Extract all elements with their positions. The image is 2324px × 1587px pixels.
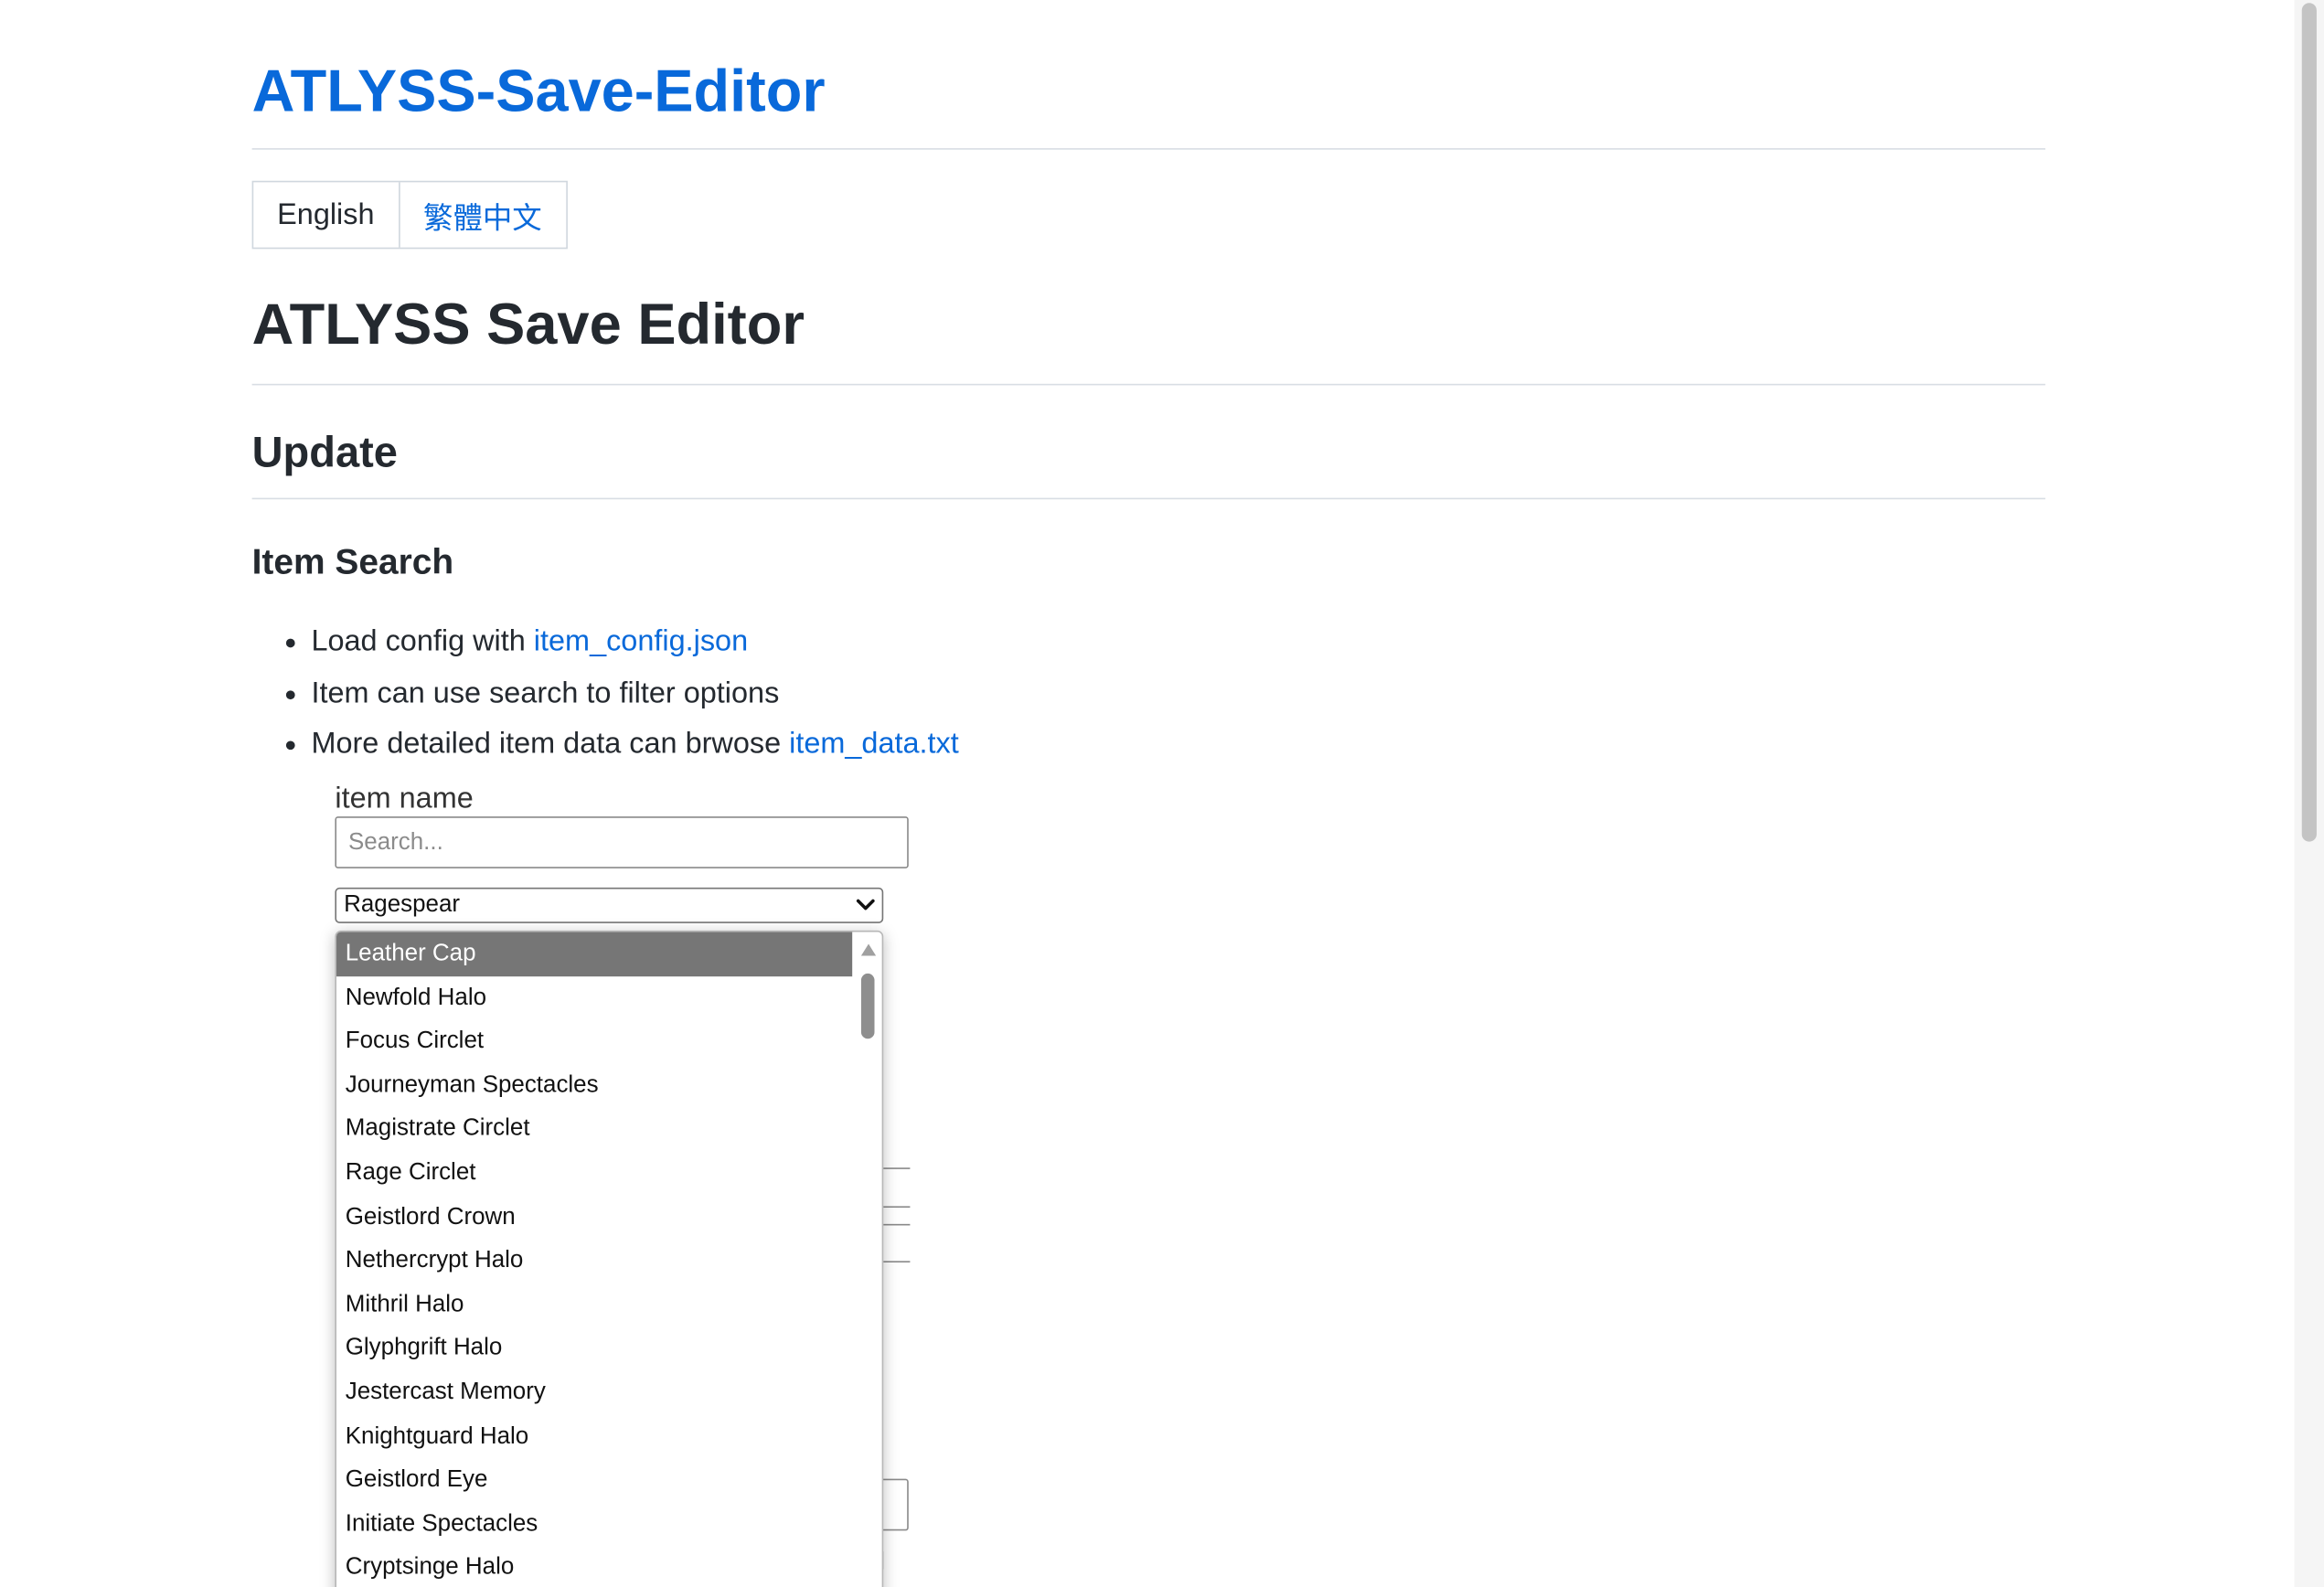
dropdown-option[interactable]: Initiate Spectacles bbox=[336, 1502, 852, 1546]
dropdown-option[interactable]: Newfold Halo bbox=[336, 976, 852, 1020]
dropdown-option[interactable]: Knightguard Halo bbox=[336, 1414, 852, 1458]
dropdown-option[interactable]: Nethercrypt Halo bbox=[336, 1239, 852, 1283]
dropdown-option[interactable]: Mithril Halo bbox=[336, 1283, 852, 1326]
chevron-down-icon bbox=[856, 899, 875, 911]
update-heading: Update bbox=[251, 430, 398, 477]
dropdown-option[interactable]: Journeyman Spectacles bbox=[336, 1063, 852, 1107]
update-bullet-list: Load config with item_config.json Item c… bbox=[252, 620, 959, 773]
language-english: English bbox=[253, 182, 400, 248]
dropdown-option[interactable]: Glyphgrift Halo bbox=[336, 1326, 852, 1370]
item-name-label: item name bbox=[335, 782, 474, 815]
page-title-divider bbox=[251, 383, 2046, 386]
list-item: Item can use search to filter options bbox=[252, 670, 959, 721]
language-traditional-chinese-link[interactable]: 繁體中文 bbox=[400, 182, 566, 247]
page-scrollbar[interactable] bbox=[2294, 0, 2324, 1587]
dropdown-option[interactable]: Jestercast Memory bbox=[336, 1370, 852, 1414]
page-title: ATLYSS Save Editor bbox=[251, 293, 805, 357]
update-divider bbox=[251, 497, 2046, 500]
item-data-link[interactable]: item_data.txt bbox=[789, 728, 959, 761]
item-search-demo-image: item name Ragespear Leather CapNewfold H… bbox=[252, 771, 934, 1587]
dropdown-option[interactable]: Geistlord Crown bbox=[336, 1195, 852, 1239]
item-search-input[interactable] bbox=[335, 816, 909, 868]
background-form-line bbox=[883, 1167, 911, 1169]
dropdown-option[interactable]: Cryptsinge Halo bbox=[336, 1546, 852, 1587]
dropdown-scrollbar[interactable] bbox=[855, 932, 882, 1587]
dropdown-option[interactable]: Focus Circlet bbox=[336, 1019, 852, 1063]
background-form-line bbox=[883, 1223, 911, 1226]
item-options-list: Leather Cap Newfold Halo Focus Circlet Jour… bbox=[336, 932, 882, 1587]
item-options-dropdown[interactable]: Leather Cap Newfold Halo Focus Circlet Jour… bbox=[335, 930, 884, 1587]
bullet-text: Load config with bbox=[311, 625, 534, 658]
bullet-text: Item can use search to filter options bbox=[311, 676, 780, 709]
scroll-up-arrow-icon[interactable] bbox=[860, 943, 877, 956]
dropdown-option[interactable]: Rage Circlet bbox=[336, 1151, 852, 1195]
item-select-value: Ragespear bbox=[344, 891, 461, 918]
bullet-text: More detailed item data can brwose bbox=[311, 727, 790, 761]
dropdown-option[interactable]: Magistrate Circlet bbox=[336, 1107, 852, 1151]
page-scrollbar-thumb[interactable] bbox=[2301, 3, 2317, 842]
item-select[interactable]: Ragespear bbox=[335, 887, 884, 923]
background-form-line bbox=[883, 1206, 911, 1209]
dropdown-scrollbar-thumb[interactable] bbox=[860, 973, 875, 1039]
title-divider bbox=[251, 148, 2046, 150]
item-search-heading: Item Search bbox=[251, 542, 454, 583]
language-switcher: English 繁體中文 bbox=[251, 180, 568, 250]
item-config-link[interactable]: item_config.json bbox=[534, 625, 748, 658]
list-item: More detailed item data can brwose item_… bbox=[252, 721, 959, 772]
list-item: Load config with item_config.json bbox=[252, 620, 959, 671]
background-form-line bbox=[883, 1261, 911, 1263]
browser-viewport: ATLYSS-Save-Editor English 繁體中文 ATLYSS S… bbox=[0, 0, 2324, 1587]
dropdown-option[interactable]: Leather Cap bbox=[336, 932, 853, 976]
site-title-link[interactable]: ATLYSS-Save-Editor bbox=[252, 59, 826, 126]
dropdown-option[interactable]: Geistlord Eye bbox=[336, 1458, 852, 1502]
